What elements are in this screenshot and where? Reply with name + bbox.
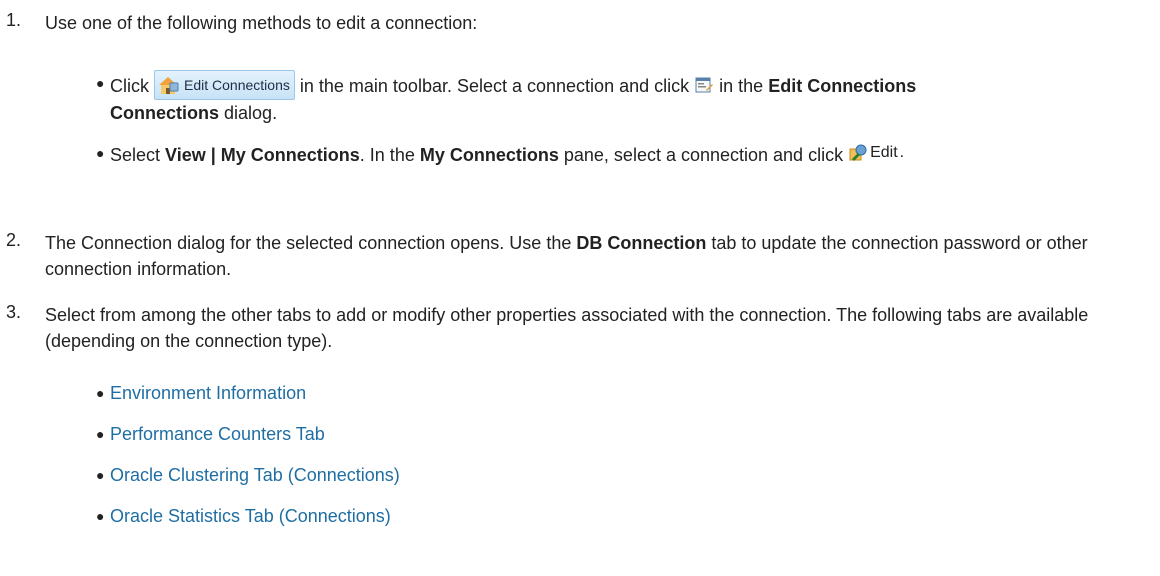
bullet-dot: ● <box>96 426 105 442</box>
edit-connections-button[interactable]: Edit Connections <box>154 70 295 100</box>
link-oracle-statistics-tab[interactable]: Oracle Statistics Tab (Connections) <box>110 506 391 526</box>
link-performance-counters-tab[interactable]: Performance Counters Tab <box>110 424 325 444</box>
toolbar-button-label: Edit Connections <box>184 77 290 93</box>
step-number: 3. <box>6 302 22 322</box>
edit-button[interactable]: Edit. <box>848 140 904 166</box>
list-item: ● Click Edit Connections in the main too… <box>96 70 1110 126</box>
bullet-dot: ● <box>96 75 105 91</box>
edit-connections-icon <box>159 77 179 94</box>
bullet-dot: ● <box>96 467 105 483</box>
bullet-dot: ● <box>96 385 105 401</box>
edit-icon <box>849 144 867 161</box>
list-item: ● Oracle Statistics Tab (Connections) <box>96 503 1110 529</box>
step-text: The Connection dialog for the selected c… <box>45 233 1088 279</box>
help-page: 1. Use one of the following methods to e… <box>0 0 1160 576</box>
edit-label: Edit <box>870 144 898 161</box>
step-number: 2. <box>6 230 22 250</box>
step-number: 1. <box>6 10 22 30</box>
step-text: Use one of the following methods to edit… <box>45 13 478 33</box>
bullet-dot: ● <box>96 508 105 524</box>
step-text: Select from among the other tabs to add … <box>45 305 1089 351</box>
bullet-dot: ● <box>96 145 105 161</box>
list-item: ● Environment Information <box>96 380 1110 406</box>
list-item: ● Select View | My Connections. In the M… <box>96 140 1110 168</box>
edit-properties-icon <box>695 77 714 93</box>
link-environment-information[interactable]: Environment Information <box>110 383 306 403</box>
list-item: ● Oracle Clustering Tab (Connections) <box>96 462 1110 488</box>
list-item: ● Performance Counters Tab <box>96 421 1110 447</box>
link-oracle-clustering-tab[interactable]: Oracle Clustering Tab (Connections) <box>110 465 400 485</box>
